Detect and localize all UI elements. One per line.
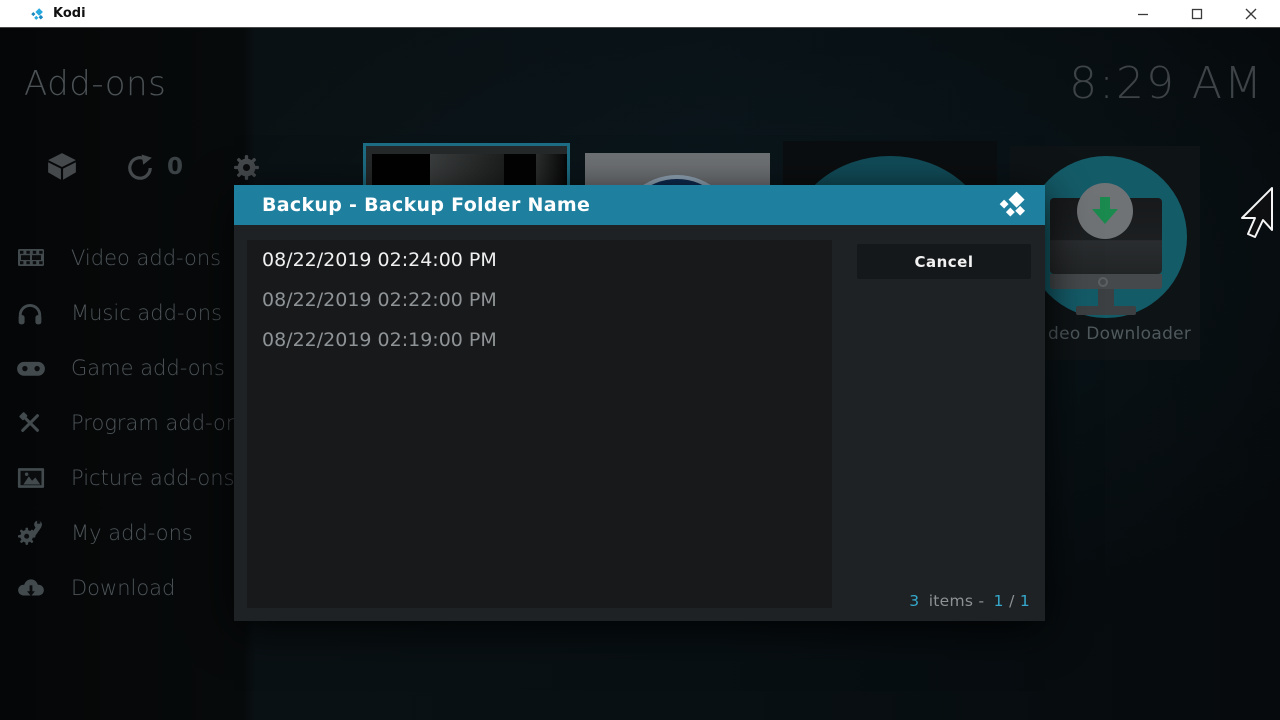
kodi-main-screen: Add-ons 8:29 AM 0 — [0, 28, 1280, 720]
items-count-status: 3 items - 1 / 1 — [909, 592, 1030, 610]
page-separator: / — [1009, 592, 1015, 610]
backup-list: 08/22/2019 02:24:00 PM 08/22/2019 02:22:… — [247, 240, 832, 608]
kodi-window: Kodi Add-ons 8:29 AM — [0, 0, 1280, 720]
current-page: 1 — [994, 592, 1004, 610]
close-icon — [1245, 8, 1257, 20]
backup-list-item[interactable]: 08/22/2019 02:24:00 PM — [247, 240, 832, 280]
items-label: items - — [929, 592, 985, 610]
minimize-button[interactable] — [1120, 0, 1166, 27]
backup-list-item[interactable]: 08/22/2019 02:19:00 PM — [247, 320, 832, 360]
maximize-button[interactable] — [1174, 0, 1220, 27]
window-title: Kodi — [53, 6, 86, 21]
window-titlebar: Kodi — [0, 0, 1280, 28]
dialog-title: Backup - Backup Folder Name — [262, 185, 590, 225]
cancel-button[interactable]: Cancel — [857, 244, 1031, 279]
maximize-icon — [1191, 8, 1203, 20]
total-pages: 1 — [1020, 592, 1030, 610]
backup-list-item[interactable]: 08/22/2019 02:22:00 PM — [247, 280, 832, 320]
download-arrow-icon — [1090, 195, 1120, 227]
close-button[interactable] — [1228, 0, 1274, 27]
kodi-logo-icon — [997, 189, 1029, 221]
download-badge — [1077, 183, 1133, 239]
item-count: 3 — [909, 592, 919, 610]
minimize-icon — [1137, 8, 1149, 20]
dialog-header: Backup - Backup Folder Name — [234, 185, 1045, 225]
kodi-app-icon — [30, 7, 45, 22]
backup-folder-dialog: Backup - Backup Folder Name 08/22/2019 0… — [234, 185, 1045, 621]
addon-tile-label: deo Downloader — [1048, 324, 1238, 344]
